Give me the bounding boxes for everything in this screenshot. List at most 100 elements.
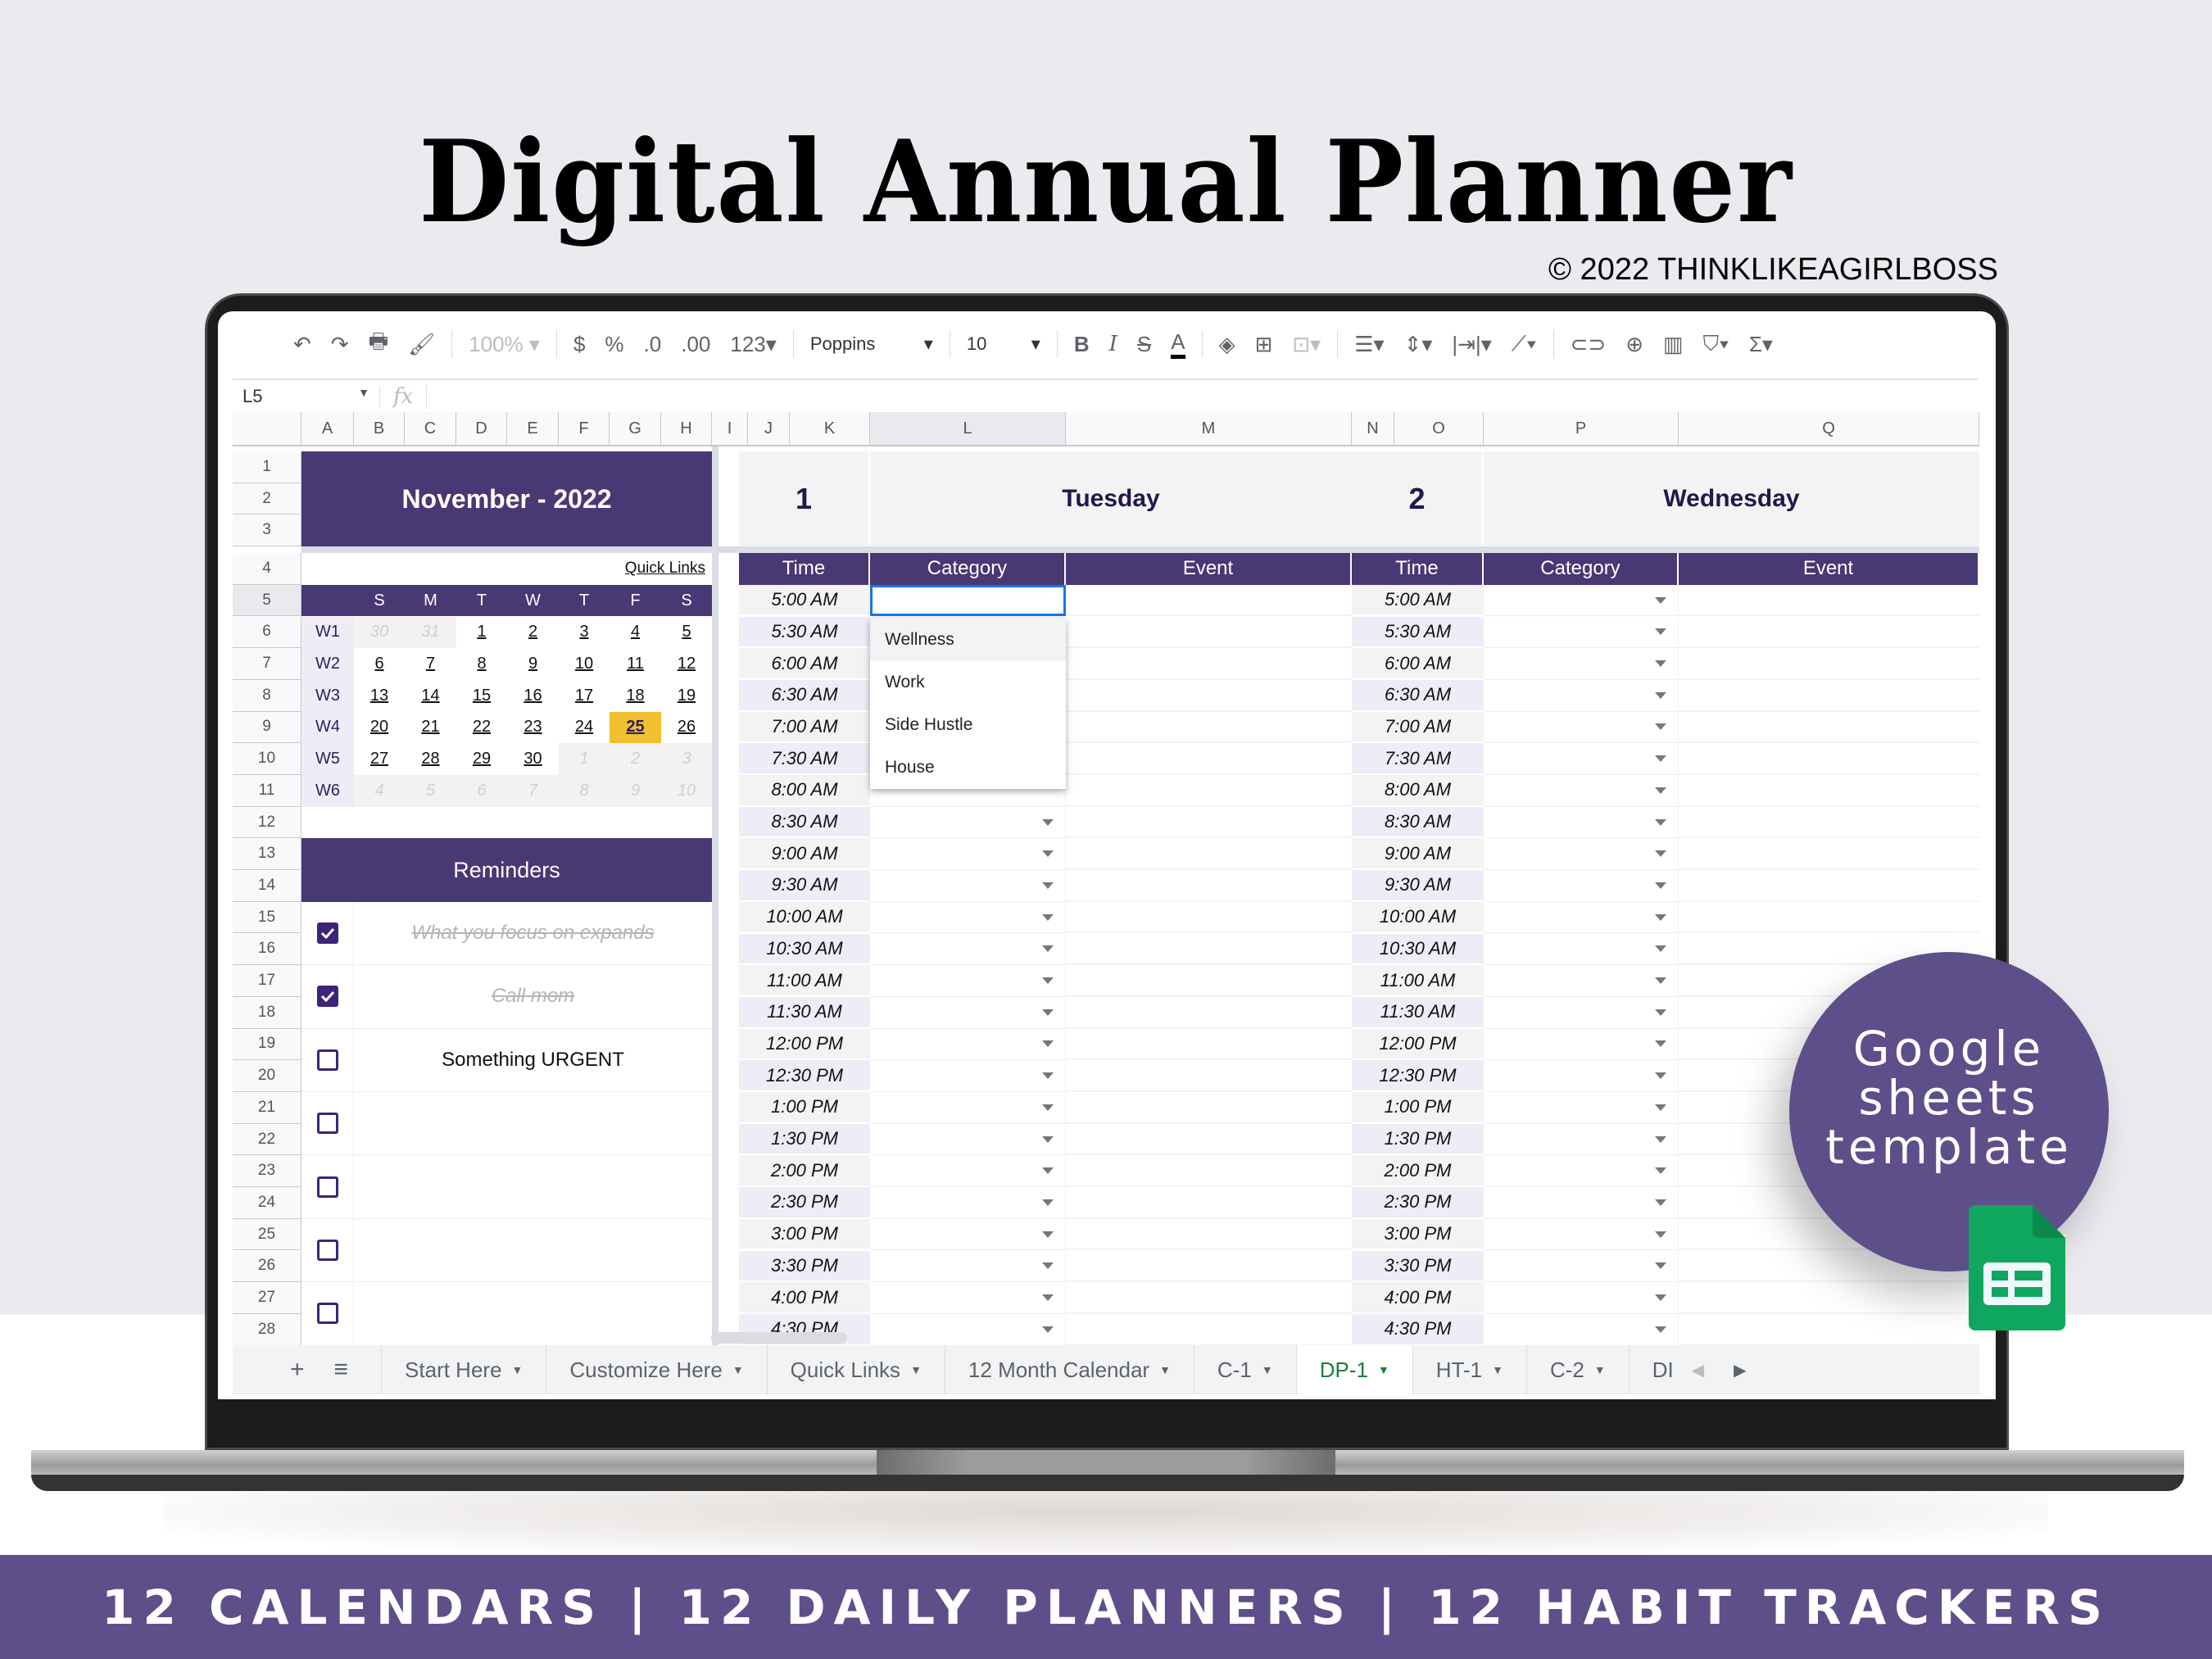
category-dropdown-cell[interactable] — [1484, 584, 1679, 617]
row-header-13[interactable]: 13 — [233, 838, 301, 871]
event-cell[interactable] — [1066, 807, 1352, 839]
event-cell[interactable] — [1679, 743, 1979, 775]
dropdown-arrow-icon[interactable] — [1655, 882, 1666, 889]
row-header-24[interactable]: 24 — [233, 1187, 301, 1219]
column-header-g[interactable]: G — [610, 412, 661, 446]
paint-format-icon[interactable]: 🖌 — [408, 332, 435, 357]
calendar-day[interactable]: 8 — [456, 648, 507, 680]
row-header-1[interactable]: 1 — [233, 451, 301, 483]
column-header-b[interactable]: B — [354, 412, 405, 446]
chevron-down-icon[interactable]: ▼ — [512, 1363, 524, 1376]
calendar-day[interactable]: 10 — [559, 648, 610, 680]
column-header-a[interactable]: A — [301, 412, 354, 446]
category-dropdown-cell[interactable] — [870, 1313, 1066, 1346]
more-formats-button[interactable]: 123▾ — [730, 332, 776, 357]
event-cell[interactable] — [1066, 870, 1352, 902]
event-cell[interactable] — [1679, 712, 1979, 744]
calendar-day[interactable]: 19 — [661, 680, 712, 712]
row-header-9[interactable]: 9 — [233, 711, 301, 744]
chevron-down-icon[interactable]: ▼ — [1262, 1363, 1273, 1376]
row-header-22[interactable]: 22 — [233, 1123, 301, 1156]
category-dropdown-cell[interactable] — [870, 870, 1066, 902]
column-header-d[interactable]: D — [456, 412, 507, 446]
column-header-f[interactable]: F — [559, 412, 610, 446]
calendar-day[interactable]: 6 — [354, 648, 405, 680]
column-header-o[interactable]: O — [1394, 412, 1484, 446]
event-cell[interactable] — [1066, 1124, 1352, 1156]
event-cell[interactable] — [1066, 1155, 1352, 1188]
row-header-11[interactable]: 11 — [233, 775, 301, 807]
redo-icon[interactable]: ↷ — [331, 332, 349, 357]
formula-input[interactable] — [427, 380, 1978, 413]
category-dropdown-cell[interactable] — [1484, 1282, 1679, 1314]
row-header-23[interactable]: 23 — [233, 1155, 301, 1188]
category-dropdown-cell[interactable] — [1484, 1218, 1679, 1251]
category-dropdown-cell[interactable] — [870, 806, 1066, 839]
category-dropdown-cell[interactable] — [1484, 870, 1679, 902]
chevron-down-icon[interactable]: ▼ — [910, 1363, 922, 1376]
dropdown-arrow-icon[interactable] — [1042, 1231, 1054, 1238]
category-dropdown-cell[interactable] — [870, 1155, 1066, 1188]
column-header-j[interactable]: J — [748, 412, 790, 446]
vertical-align-icon[interactable]: ⇕▾ — [1404, 332, 1433, 357]
print-icon[interactable]: 🖶 — [369, 326, 389, 362]
reminder-text[interactable] — [354, 1155, 712, 1219]
calendar-day[interactable]: 16 — [507, 680, 559, 712]
scroll-tabs-left-button[interactable]: ◀ — [1677, 1345, 1719, 1394]
event-cell[interactable] — [1066, 934, 1352, 966]
reminder-text[interactable] — [354, 1092, 712, 1156]
checkbox-unchecked[interactable] — [316, 1303, 338, 1325]
row-header-27[interactable]: 27 — [233, 1282, 301, 1314]
column-header-e[interactable]: E — [507, 412, 559, 446]
category-dropdown-cell[interactable] — [870, 1028, 1066, 1061]
category-dropdown-cell[interactable] — [1484, 996, 1679, 1029]
category-dropdown-cell[interactable] — [1484, 616, 1679, 649]
category-dropdown-cell[interactable] — [1484, 1028, 1679, 1061]
row-header-21[interactable]: 21 — [233, 1092, 301, 1124]
dropdown-option[interactable]: Side Hustle — [870, 704, 1066, 746]
row-header-14[interactable]: 14 — [233, 870, 301, 902]
calendar-day[interactable]: 24 — [559, 712, 610, 744]
category-dropdown-cell[interactable] — [870, 1060, 1066, 1092]
column-header-c[interactable]: C — [405, 412, 456, 446]
dropdown-arrow-icon[interactable] — [1042, 850, 1054, 858]
event-cell[interactable] — [1066, 965, 1352, 997]
scroll-tabs-right-button[interactable]: ▶ — [1719, 1345, 1761, 1394]
calendar-day[interactable]: 5 — [661, 617, 712, 649]
text-rotation-icon[interactable]: ⟋▾ — [1512, 331, 1537, 357]
category-dropdown-cell[interactable] — [870, 1123, 1066, 1156]
row-header-4[interactable]: 4 — [233, 553, 301, 585]
dropdown-option[interactable]: Work — [870, 661, 1066, 704]
undo-icon[interactable]: ↶ — [293, 332, 311, 357]
quick-links-link[interactable]: Quick Links — [301, 553, 705, 585]
event-cell[interactable] — [1066, 743, 1352, 775]
dropdown-arrow-icon[interactable] — [1655, 755, 1666, 763]
category-dropdown-cell[interactable] — [870, 1187, 1066, 1219]
event-cell[interactable] — [1679, 775, 1979, 807]
reminder-text[interactable]: Something URGENT — [354, 1029, 712, 1092]
column-header-l[interactable]: L — [870, 412, 1066, 446]
dropdown-arrow-icon[interactable] — [1042, 1009, 1054, 1016]
category-dropdown-cell[interactable] — [1484, 1187, 1679, 1219]
dropdown-arrow-icon[interactable] — [1042, 1294, 1054, 1302]
dropdown-arrow-icon[interactable] — [1655, 786, 1666, 794]
event-cell[interactable] — [1066, 712, 1352, 744]
checkbox-unchecked[interactable] — [316, 1113, 338, 1135]
calendar-day[interactable]: 23 — [507, 712, 559, 744]
dropdown-arrow-icon[interactable] — [1655, 1326, 1666, 1333]
dropdown-arrow-icon[interactable] — [1655, 660, 1666, 668]
dropdown-arrow-icon[interactable] — [1655, 691, 1666, 699]
dropdown-arrow-icon[interactable] — [1655, 1262, 1666, 1270]
column-header-n[interactable]: N — [1352, 412, 1394, 446]
category-dropdown-cell[interactable] — [870, 1092, 1066, 1124]
percent-button[interactable]: % — [605, 332, 623, 357]
column-header-m[interactable]: M — [1066, 412, 1352, 446]
category-dropdown-cell[interactable] — [870, 1282, 1066, 1314]
event-cell[interactable] — [1679, 1314, 1979, 1346]
event-cell[interactable] — [1066, 1251, 1352, 1283]
event-cell[interactable] — [1066, 997, 1352, 1029]
dropdown-arrow-icon[interactable] — [1042, 1262, 1054, 1270]
calendar-day[interactable]: 27 — [354, 743, 405, 775]
row-header-26[interactable]: 26 — [233, 1250, 301, 1283]
reminder-text[interactable]: Call mom — [354, 965, 712, 1029]
